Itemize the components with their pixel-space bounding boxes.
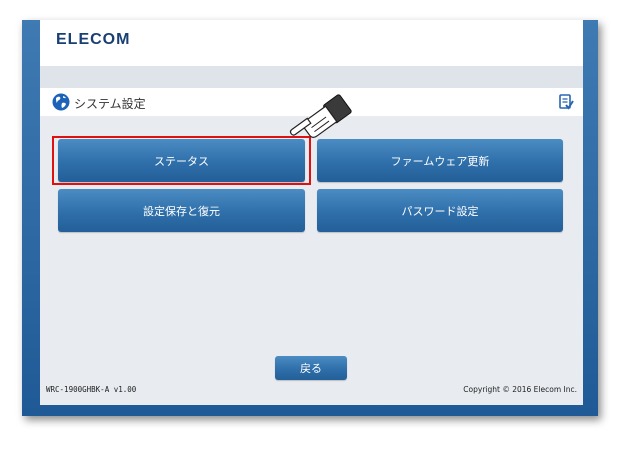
backup-restore-button[interactable]: 設定保存と復元 — [58, 189, 305, 232]
globe-icon — [52, 93, 70, 111]
pointing-hand-icon — [289, 94, 352, 138]
router-admin-screen: ELECOM システム設定 ステータス ファームウェア更新 設定保存と復元 パス… — [40, 20, 583, 405]
copyright-text: Copyright © 2016 Elecom Inc. — [463, 385, 577, 394]
header: ELECOM — [40, 20, 583, 66]
firmware-version: WRC-1900GHBK-A v1.00 — [46, 385, 137, 394]
page-title: システム設定 — [74, 97, 146, 111]
elecom-logo: ELECOM — [56, 31, 131, 48]
password-settings-button[interactable]: パスワード設定 — [317, 189, 563, 232]
help-document-icon[interactable] — [559, 94, 574, 110]
status-button-highlight — [52, 136, 311, 185]
back-button[interactable]: 戻る — [275, 356, 347, 380]
header-divider-band — [40, 66, 583, 88]
